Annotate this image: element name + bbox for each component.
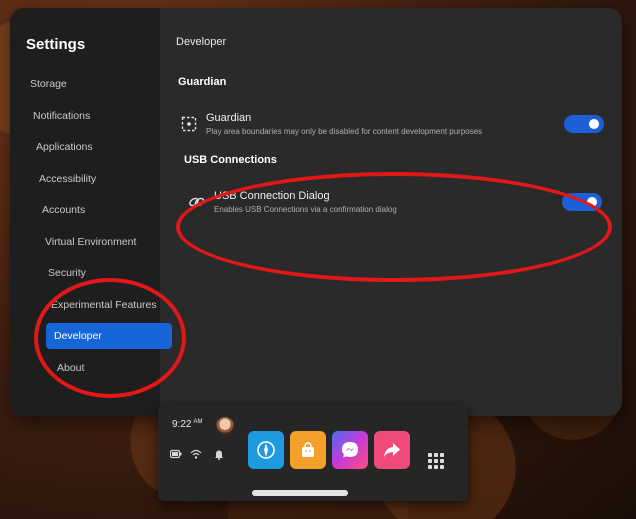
- sidebar-item-storage[interactable]: Storage: [10, 71, 160, 97]
- sidebar-item-accounts[interactable]: Accounts: [10, 197, 160, 223]
- clock: 9:22 AM: [172, 419, 202, 430]
- sidebar-title: Settings: [26, 36, 86, 53]
- setting-label: Guardian: [206, 112, 252, 124]
- annotation-ellipse-developer: [34, 278, 186, 398]
- section-title-usb-connections: USB Connections: [184, 154, 277, 166]
- messenger-app-icon[interactable]: [332, 431, 368, 469]
- wifi-icon[interactable]: [190, 449, 202, 462]
- battery-icon[interactable]: [169, 449, 182, 462]
- breadcrumb: Developer: [176, 36, 227, 48]
- home-indicator-bar[interactable]: [252, 490, 348, 496]
- section-title-guardian: Guardian: [178, 76, 227, 88]
- sidebar-item-accessibility[interactable]: Accessibility: [10, 166, 160, 192]
- store-app-icon[interactable]: [290, 431, 326, 469]
- clock-time: 9:22: [172, 419, 192, 430]
- setting-description: Play area boundaries may only be disable…: [206, 127, 483, 136]
- guardian-toggle[interactable]: [564, 115, 604, 133]
- taskbar: 9:22 AM: [158, 405, 468, 501]
- sidebar-item-applications[interactable]: Applications: [10, 134, 160, 160]
- sidebar-item-virtual-environment[interactable]: Virtual Environment: [10, 229, 160, 255]
- toggle-knob: [589, 119, 599, 129]
- sidebar-item-notifications[interactable]: Notifications: [10, 103, 160, 129]
- share-app-icon[interactable]: [374, 431, 410, 469]
- dashed-boundary-icon: [180, 115, 198, 133]
- app-library-grid-icon[interactable]: [428, 453, 444, 469]
- avatar[interactable]: [216, 417, 234, 435]
- explore-app-icon[interactable]: [248, 431, 284, 469]
- annotation-ellipse-usb: [176, 172, 612, 282]
- bell-icon[interactable]: [214, 449, 224, 463]
- setting-row-guardian: Guardian Play area boundaries may only b…: [176, 102, 604, 146]
- clock-ampm: AM: [193, 419, 203, 425]
